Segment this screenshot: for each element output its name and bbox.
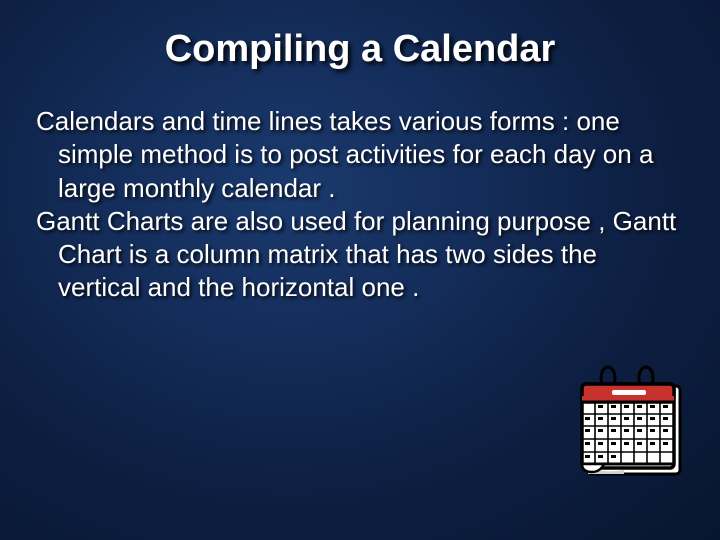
slide-title: Compiling a Calendar [36,28,684,71]
paragraph-2: Gantt Charts are also used for planning … [36,205,684,305]
calendar-icon [568,364,688,482]
paragraph-1: Calendars and time lines takes various f… [36,105,684,205]
slide-body: Calendars and time lines takes various f… [36,105,684,305]
presentation-slide: Compiling a Calendar Calendars and time … [0,0,720,540]
